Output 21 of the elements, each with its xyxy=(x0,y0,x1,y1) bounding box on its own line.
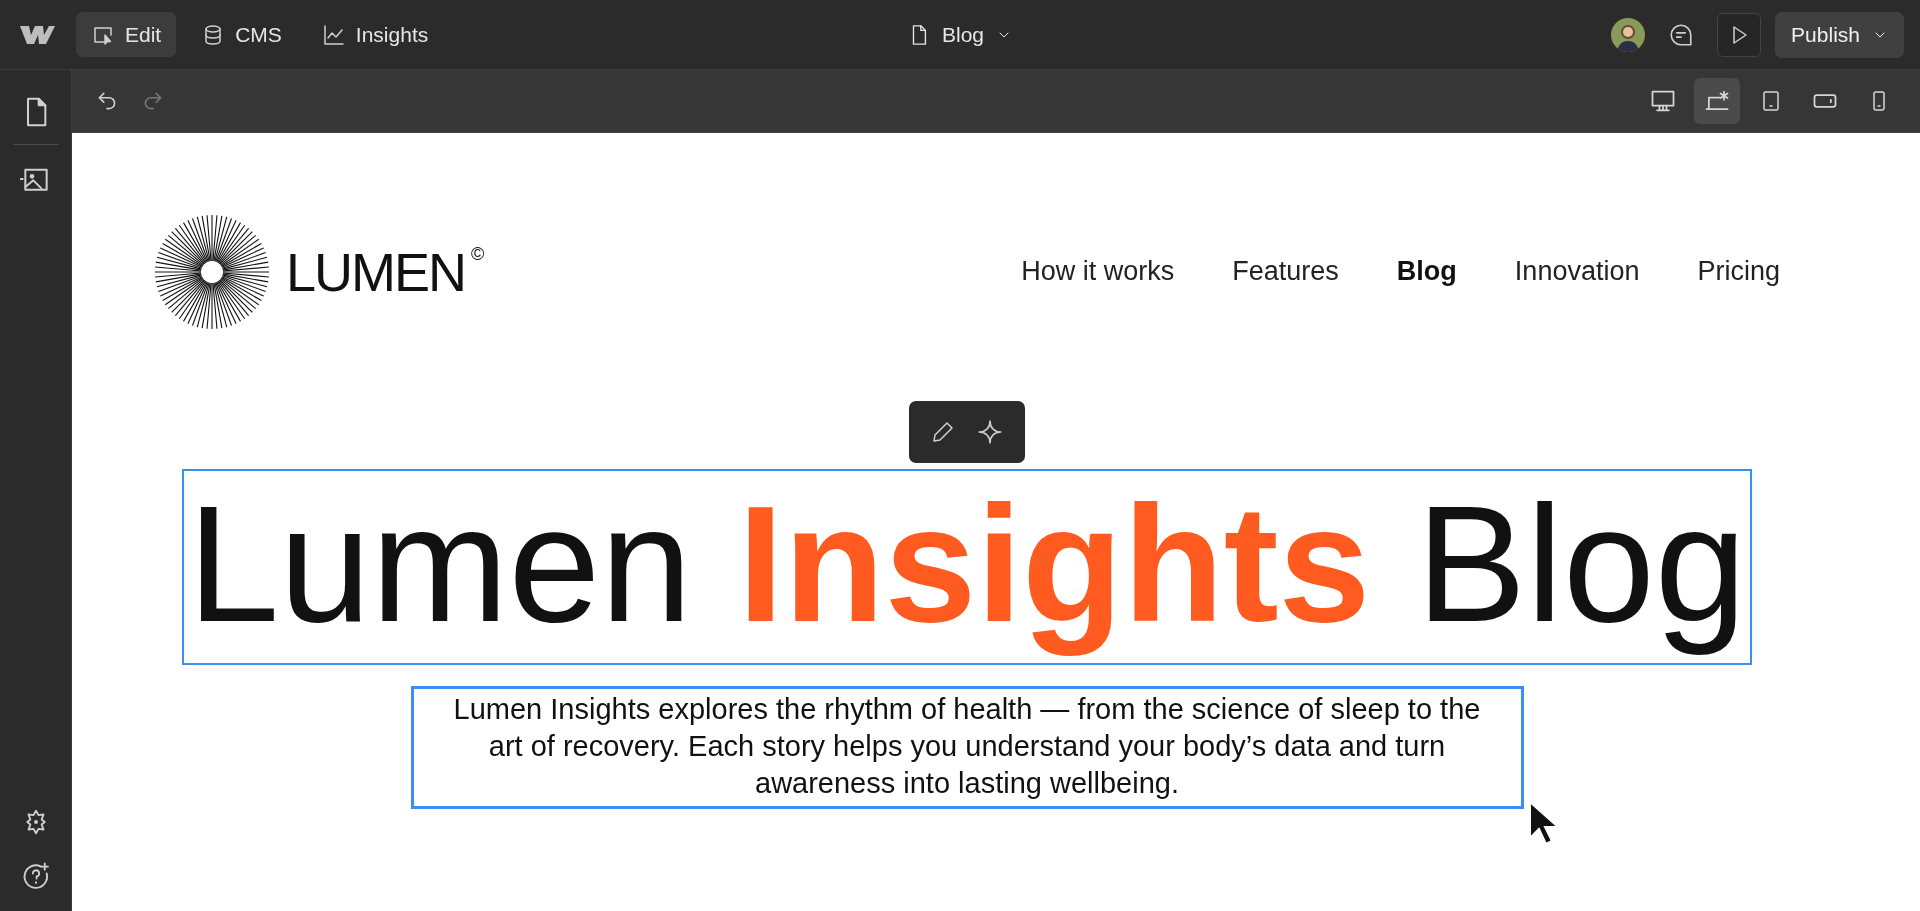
breakpoint-button[interactable] xyxy=(1694,78,1740,124)
copyright-mark: © xyxy=(471,243,485,265)
nav-link[interactable]: How it works xyxy=(1021,256,1175,287)
nav-link[interactable]: Pricing xyxy=(1697,256,1780,287)
mode-tab[interactable]: Edit xyxy=(76,12,177,57)
nav-link[interactable]: Blog xyxy=(1396,256,1457,287)
pencil-icon xyxy=(931,420,955,444)
mode-tab[interactable]: Insights xyxy=(306,12,444,57)
page-selector[interactable]: Blog xyxy=(908,12,1012,57)
page-heading[interactable]: Lumen Insights Blog xyxy=(181,469,1753,665)
starburst-logo-icon xyxy=(154,213,270,330)
nav-link[interactable]: Innovation xyxy=(1514,256,1640,287)
line-chart-icon xyxy=(321,22,346,47)
avatar[interactable] xyxy=(1611,17,1646,52)
nav-link[interactable]: Features xyxy=(1232,256,1339,287)
preview-button[interactable] xyxy=(1717,12,1762,57)
logo-wordmark: LUMEN xyxy=(286,240,466,303)
publish-button[interactable]: Publish xyxy=(1775,11,1904,58)
speech-bubble-drawing xyxy=(1668,21,1695,48)
mode-tab[interactable]: CMS xyxy=(186,12,297,57)
sparkle-icon xyxy=(977,419,1003,445)
